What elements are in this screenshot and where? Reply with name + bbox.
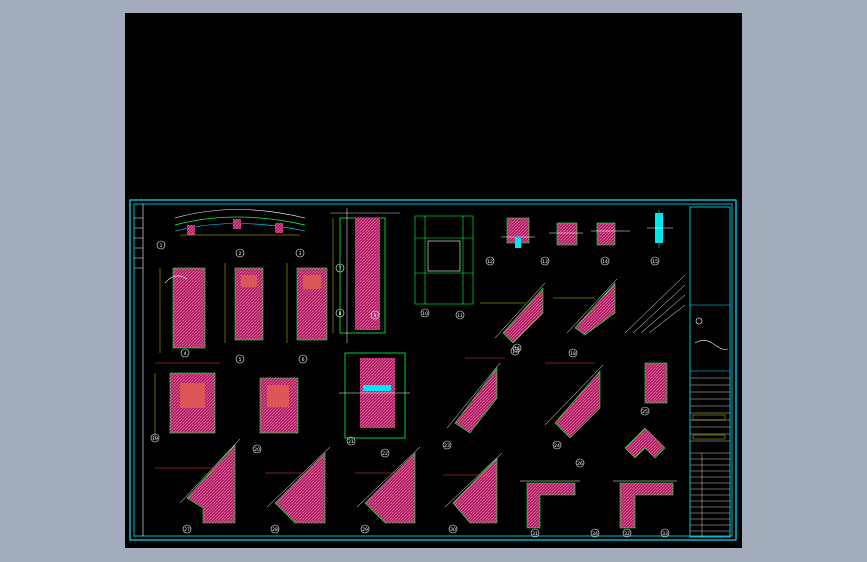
detail-marker-label: 10 bbox=[422, 311, 428, 317]
detail-grid-plan bbox=[414, 215, 474, 305]
title-block bbox=[689, 206, 731, 538]
detail-marker-label: 32 bbox=[624, 531, 630, 537]
cad-drawing-sheet: 12 345 678 9 10 1112 13 14 151617 181920212223 242… bbox=[129, 199, 737, 541]
detail-wall-section-f bbox=[259, 377, 299, 434]
detail-ridge bbox=[624, 427, 666, 459]
detail-wall-section-d bbox=[286, 263, 328, 343]
detail-marker-label: 8 bbox=[339, 311, 342, 317]
detail-diagonal-lines bbox=[624, 274, 686, 334]
detail-slope-3 bbox=[446, 362, 501, 434]
detail-marker-label: 25 bbox=[642, 409, 648, 415]
detail-marker-label: 7 bbox=[339, 266, 342, 272]
detail-marker-label: 11 bbox=[457, 313, 463, 319]
detail-eave-3 bbox=[356, 446, 421, 524]
cad-model-viewport[interactable]: 1 2 3 4 5 6 7 8 9 10 11 12 13 14 15 16 17 18 19 20 21 22 23 24 2… bbox=[125, 13, 742, 548]
detail-small-top-2 bbox=[549, 222, 583, 246]
detail-curved-plan bbox=[174, 209, 306, 236]
detail-marker-label: 3 bbox=[299, 251, 302, 257]
detail-eave-2 bbox=[266, 446, 331, 524]
detail-eave-4 bbox=[444, 452, 503, 524]
detail-marker-label: 2 bbox=[239, 251, 242, 257]
detail-wall-section-b bbox=[159, 267, 206, 353]
detail-marker-label: 12 bbox=[487, 259, 493, 265]
detail-marker-label: 6 bbox=[302, 357, 305, 363]
detail-marker-label: 19 bbox=[152, 436, 158, 442]
detail-marker-label: 21 bbox=[348, 439, 354, 445]
detail-marker-label: 29 bbox=[362, 527, 368, 533]
detail-small-top-1 bbox=[501, 217, 535, 248]
detail-slope-2 bbox=[553, 278, 618, 336]
detail-small-block bbox=[644, 362, 668, 404]
detail-marker-label: 27 bbox=[184, 527, 190, 533]
detail-marker-label: 5 bbox=[239, 357, 242, 363]
detail-wall-section-e bbox=[154, 372, 216, 438]
detail-marker-label: 13 bbox=[542, 259, 548, 265]
detail-wall-section-c bbox=[224, 263, 264, 343]
detail-marker-label: 28 bbox=[272, 527, 278, 533]
detail-marker-label: 26 bbox=[577, 461, 583, 467]
detail-slope-4 bbox=[544, 364, 604, 439]
detail-slope-1 bbox=[480, 282, 546, 344]
detail-small-top-3 bbox=[591, 222, 630, 246]
detail-vertical-section-a bbox=[330, 208, 400, 343]
detail-marker-label: 34 bbox=[592, 531, 598, 537]
left-margin-strip bbox=[134, 217, 143, 269]
detail-small-top-4 bbox=[647, 210, 673, 248]
detail-corner-1 bbox=[520, 480, 580, 529]
detail-marker-label: 20 bbox=[254, 447, 260, 453]
detail-marker-label: 33 bbox=[662, 531, 668, 537]
detail-marker-label: 30 bbox=[450, 527, 456, 533]
detail-marker-label: 15 bbox=[652, 259, 658, 265]
detail-corner-2 bbox=[613, 480, 677, 529]
detail-marker-label: 18 bbox=[570, 351, 576, 357]
detail-marker-label: 9 bbox=[374, 313, 377, 319]
detail-marker-label: 14 bbox=[602, 259, 608, 265]
detail-eave-1 bbox=[179, 438, 241, 524]
detail-marker-label: 17 bbox=[512, 349, 518, 355]
detail-center-section bbox=[339, 352, 410, 439]
detail-marker-label: 22 bbox=[382, 451, 388, 457]
detail-marker-label: 1 bbox=[160, 243, 163, 249]
detail-marker-label: 31 bbox=[532, 531, 538, 537]
detail-marker-label: 24 bbox=[554, 443, 560, 449]
detail-marker-label: 23 bbox=[444, 443, 450, 449]
detail-marker-label: 4 bbox=[184, 351, 187, 357]
